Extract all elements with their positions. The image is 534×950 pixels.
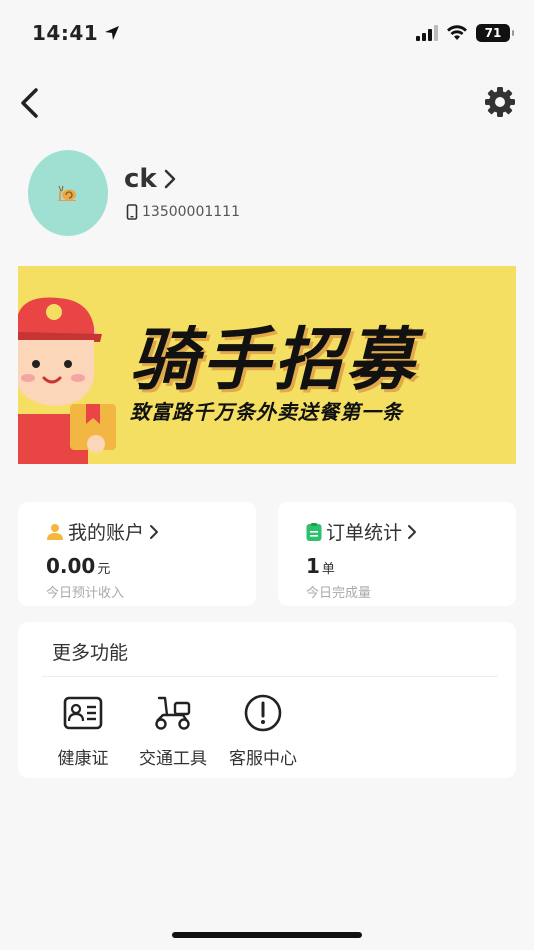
- orders-unit: 单: [321, 562, 335, 577]
- status-icons: 71: [416, 24, 514, 42]
- banner-subtitle: 致富路千万条外卖送餐第一条: [130, 400, 403, 424]
- orders-value-row: 1 单: [306, 554, 335, 578]
- health-cert-item[interactable]: 健康证: [38, 692, 128, 769]
- feature-grid: 健康证 交通工具 客服中心: [38, 692, 308, 769]
- avatar[interactable]: [28, 150, 108, 236]
- more-features-card: 更多功能 健康证 交通工具 客服中心: [18, 622, 516, 778]
- customer-service-item[interactable]: 客服中心: [218, 692, 308, 769]
- chevron-right-icon: [164, 169, 175, 189]
- back-button[interactable]: [16, 86, 46, 120]
- account-value: 0.00: [46, 554, 96, 578]
- home-indicator: [172, 932, 362, 938]
- orders-desc: 今日完成量: [306, 586, 372, 601]
- orders-title: 订单统计: [326, 522, 403, 544]
- rider-recruit-banner[interactable]: 骑手招募 致富路千万条外卖送餐第一条: [18, 266, 516, 464]
- banner-title: 骑手招募: [130, 321, 419, 400]
- status-time: 14:41: [32, 21, 120, 45]
- wifi-icon: [447, 25, 467, 40]
- rider-mascot-icon: [18, 297, 116, 464]
- scooter-icon: [152, 692, 194, 734]
- orders-value: 1: [306, 554, 320, 578]
- settings-button[interactable]: [484, 86, 516, 118]
- phone-row: 13500001111: [126, 204, 240, 220]
- gear-icon: [485, 87, 515, 117]
- account-desc: 今日预计收入: [46, 586, 125, 601]
- account-card-header: 我的账户: [46, 518, 160, 545]
- account-unit: 元: [97, 562, 111, 577]
- divider: [42, 676, 498, 677]
- chevron-left-icon: [21, 88, 38, 118]
- chevron-right-icon: [408, 524, 417, 539]
- username: ck: [124, 164, 157, 194]
- alert-circle-icon: [242, 692, 284, 734]
- battery-icon: 71: [476, 24, 514, 42]
- account-value-row: 0.00 元: [46, 554, 110, 578]
- orders-card[interactable]: 订单统计 1 单 今日完成量: [278, 502, 516, 606]
- health-cert-label: 健康证: [57, 749, 109, 769]
- status-bar: 14:41 71: [0, 0, 534, 66]
- id-card-icon: [62, 692, 104, 734]
- customer-service-label: 客服中心: [229, 749, 297, 769]
- battery-level: 71: [484, 26, 502, 40]
- person-icon: [47, 523, 63, 540]
- vehicle-label: 交通工具: [139, 749, 207, 769]
- phone-number: 13500001111: [142, 204, 240, 220]
- username-link[interactable]: ck: [124, 164, 177, 194]
- phone-icon: [126, 204, 138, 220]
- more-features-title: 更多功能: [52, 642, 129, 664]
- status-time-text: 14:41: [32, 21, 99, 45]
- profile-header: ck 13500001111: [28, 150, 508, 238]
- snail-icon: [58, 185, 76, 201]
- orders-card-header: 订单统计: [306, 518, 418, 545]
- cellular-signal-icon: [416, 25, 438, 41]
- vehicle-item[interactable]: 交通工具: [128, 692, 218, 769]
- nav-bar: [0, 80, 534, 126]
- location-arrow-icon: [105, 26, 120, 40]
- chevron-right-icon: [150, 524, 159, 539]
- account-title: 我的账户: [68, 522, 145, 544]
- account-card[interactable]: 我的账户 0.00 元 今日预计收入: [18, 502, 256, 606]
- order-doc-icon: [306, 522, 322, 541]
